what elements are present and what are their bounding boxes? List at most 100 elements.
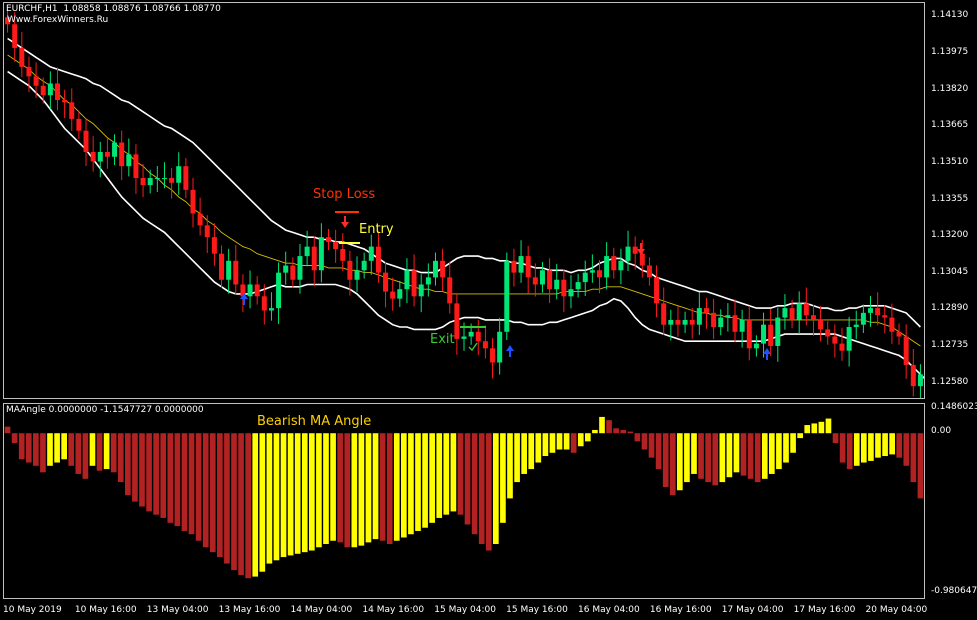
ma-angle-bar bbox=[662, 433, 669, 487]
ma-angle-bar bbox=[415, 433, 421, 531]
candle-body bbox=[154, 178, 160, 180]
price-tick-label: 1.13355 bbox=[931, 193, 969, 204]
candle-body bbox=[383, 272, 389, 292]
ma-angle-bar bbox=[139, 433, 145, 507]
ma-angle-bar bbox=[634, 433, 641, 442]
candle-body bbox=[818, 319, 824, 330]
ma-angle-bar bbox=[882, 433, 888, 457]
price-tick-label: 1.13045 bbox=[931, 266, 969, 277]
candle-body bbox=[112, 142, 118, 157]
ma-angle-bar bbox=[832, 433, 839, 443]
ma-angle-bar bbox=[507, 433, 513, 499]
candle-body bbox=[875, 308, 881, 316]
ma-angle-bar bbox=[853, 433, 860, 466]
candle-body bbox=[375, 246, 381, 273]
candle-body bbox=[104, 152, 110, 157]
ma-angle-bar bbox=[570, 433, 577, 453]
candle-body bbox=[304, 246, 310, 257]
candle-body bbox=[418, 284, 424, 297]
ma-angle-bar bbox=[804, 425, 811, 434]
ma-angle-bar bbox=[202, 433, 209, 548]
candle-body bbox=[40, 85, 46, 96]
ma-angle-bar bbox=[61, 433, 67, 460]
candle-body bbox=[226, 260, 232, 280]
ma-angle-bar bbox=[478, 433, 485, 545]
candle-body bbox=[711, 312, 717, 328]
candle-body bbox=[254, 284, 260, 297]
candle-body bbox=[789, 308, 795, 320]
ma-angle-bar bbox=[33, 433, 39, 466]
candle-body bbox=[618, 260, 624, 271]
ma-angle-bar bbox=[273, 433, 280, 561]
ma-angle-bar bbox=[620, 429, 627, 434]
candle-body bbox=[768, 324, 774, 346]
candle-body bbox=[853, 324, 859, 328]
ma-angle-bar bbox=[712, 433, 719, 486]
time-tick-label: 10 May 16:00 bbox=[74, 605, 137, 615]
candle-body bbox=[247, 284, 253, 297]
candle-body bbox=[582, 272, 588, 283]
candle-body bbox=[47, 83, 53, 96]
candle-body bbox=[504, 260, 510, 332]
time-tick-label: 14 May 16:00 bbox=[362, 605, 425, 615]
time-tick-label: 13 May 04:00 bbox=[146, 605, 209, 615]
ma-angle-bar bbox=[358, 433, 365, 546]
candle-body bbox=[69, 102, 75, 119]
ma-angle-bar bbox=[556, 433, 563, 450]
candle-body bbox=[475, 331, 481, 342]
ma-angle-bar bbox=[790, 433, 796, 453]
candle-body bbox=[703, 308, 709, 313]
candle-body bbox=[33, 76, 39, 86]
ma-angle-bar bbox=[379, 433, 386, 541]
ma-angle-bar bbox=[323, 433, 329, 545]
candle-body bbox=[490, 348, 496, 363]
ma-angle-bar bbox=[401, 433, 407, 538]
ma-angle-bar bbox=[294, 433, 301, 554]
ma-angle-svg bbox=[4, 416, 924, 579]
candle-body bbox=[404, 270, 410, 290]
ma-angle-bar bbox=[117, 433, 124, 483]
candle-body bbox=[589, 270, 595, 273]
ma-angle-bar bbox=[769, 433, 775, 474]
ma-angle-bar bbox=[457, 433, 464, 515]
price-tick-label: 1.12890 bbox=[931, 303, 969, 314]
time-tick-label: 17 May 04:00 bbox=[721, 605, 784, 615]
ma-angle-bar bbox=[372, 433, 379, 540]
candle-body bbox=[119, 142, 125, 167]
candle-body bbox=[12, 24, 18, 48]
watermark: Www.ForexWinners.Ru bbox=[7, 15, 109, 25]
candle-body bbox=[511, 260, 517, 273]
ma-angle-bar bbox=[485, 433, 492, 551]
ma-angle-bar bbox=[719, 433, 726, 483]
ma-angle-bar bbox=[11, 433, 18, 443]
candle-body bbox=[19, 47, 25, 67]
buy-arrow-icon bbox=[506, 345, 514, 357]
entry-annotation: Entry bbox=[359, 222, 394, 237]
price-chart-pane[interactable] bbox=[3, 2, 925, 399]
ma-angle-bar bbox=[783, 433, 789, 463]
candle-body bbox=[518, 256, 524, 273]
indicator-pane[interactable] bbox=[3, 403, 925, 599]
ma-angle-bar bbox=[188, 433, 195, 535]
ma-angle-bar bbox=[705, 433, 711, 483]
ma-angle-bar bbox=[436, 433, 443, 518]
ma-angle-bar bbox=[54, 433, 60, 463]
candle-body bbox=[632, 246, 638, 254]
candle-body bbox=[547, 270, 553, 290]
candle-body bbox=[390, 291, 396, 299]
candle-body bbox=[97, 152, 103, 162]
ma-angle-bar bbox=[493, 433, 499, 545]
ma-angle-bar bbox=[209, 433, 216, 553]
ma-angle-bar bbox=[889, 433, 895, 455]
ma-angle-bar bbox=[818, 421, 825, 434]
candle-body bbox=[176, 166, 182, 183]
time-tick-label: 13 May 16:00 bbox=[218, 605, 281, 615]
candle-body bbox=[126, 154, 132, 167]
ma-angle-bar bbox=[245, 433, 251, 579]
ma-angle-bar bbox=[174, 433, 181, 527]
sell-arrow-icon bbox=[341, 216, 349, 228]
ma-angle-bar bbox=[393, 433, 400, 541]
moving-average-line bbox=[7, 54, 921, 347]
candle-body bbox=[639, 253, 645, 266]
candle-body bbox=[753, 343, 759, 349]
